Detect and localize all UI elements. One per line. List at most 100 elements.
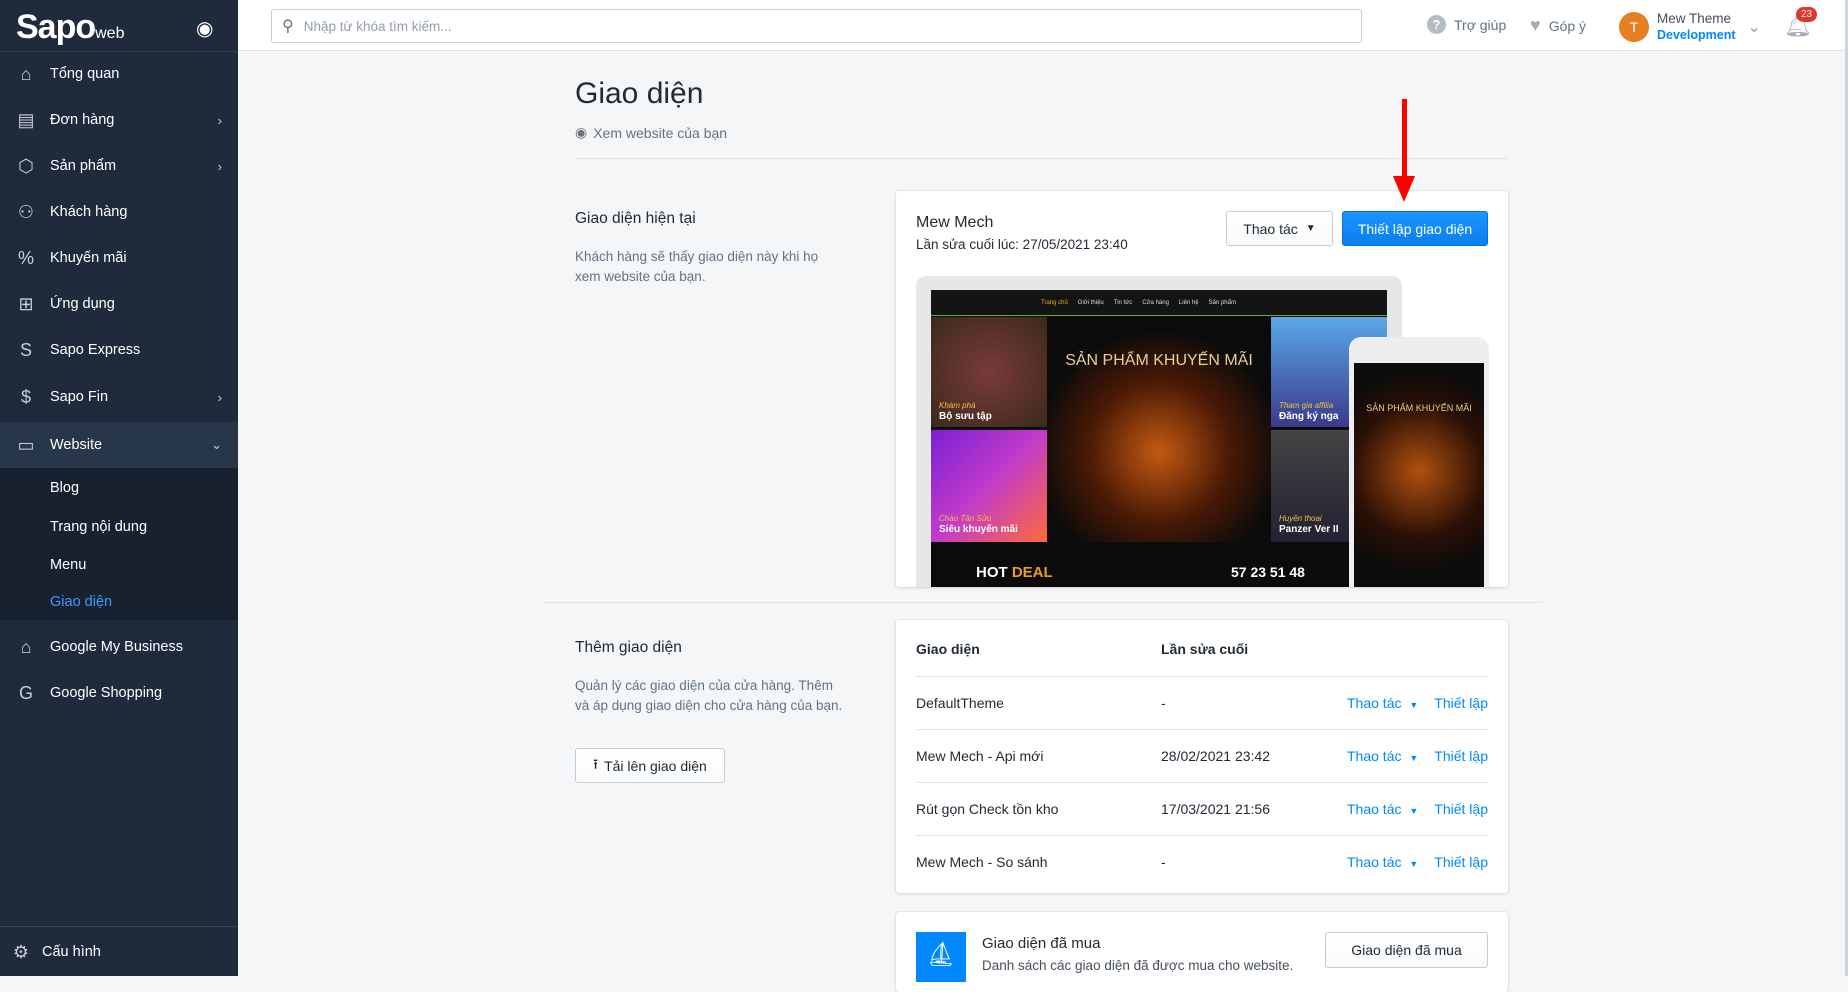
sidebar: Sapoweb ◉ ⌂ Tổng quan ▤ Đơn hàng › ⬡ Sản phẩm ›… [0, 0, 238, 976]
text-label: Ứng dụng [50, 296, 115, 312]
sidebar-item[interactable]: ⚇ Khách hàng [0, 189, 238, 235]
actions-dropdown[interactable]: Thao tác ▼ [1347, 748, 1418, 764]
text-label: Sapo Fin [50, 389, 109, 405]
sidebar-item[interactable]: G Google Shopping [0, 670, 238, 716]
text-label: SẢN PHẨM KHUYẾN MÃI [1366, 403, 1472, 413]
eye-icon: ◉ [575, 124, 588, 140]
setup-link[interactable]: Thiết lập [1434, 748, 1488, 764]
upload-theme-button[interactable]: ⭱ Tải lên giao diện [575, 748, 725, 783]
actions-dropdown[interactable]: Thao tác ▼ [1347, 854, 1418, 870]
user-menu[interactable]: T Mew Theme Development ⌄ [1619, 11, 1761, 43]
discount-icon: % [17, 247, 34, 268]
last-edit: 17/03/2021 21:56 [1161, 801, 1270, 817]
view-website-link[interactable]: ◉ Xem website của bạn [575, 124, 727, 141]
sidebar-item[interactable]: $ Sapo Fin › [0, 374, 238, 420]
chevron-down-icon: ⌄ [211, 437, 222, 452]
table-row: Rút gọn Check tồn kho 17/03/2021 21:56 Tha… [916, 782, 1488, 835]
table-row: Mew Mech - Api mới 28/02/2021 23:42 Thao t… [916, 729, 1488, 782]
setup-link[interactable]: Thiết lập [1434, 801, 1488, 817]
order-icon: ▤ [17, 109, 35, 130]
section-description: Khách hàng sẽ thấy giao diện này khi họ … [575, 249, 819, 284]
sidebar-item[interactable]: S Sapo Express [0, 327, 238, 373]
sapo-logo[interactable]: Sapoweb [16, 8, 124, 47]
text-label: HOT [976, 564, 1008, 581]
text-label: Mew Theme [1657, 11, 1732, 26]
storefront-icon: ⌂ [20, 636, 32, 657]
column-header: Giao diện [916, 641, 980, 657]
sidebar-item[interactable]: ⌂ Tổng quan [0, 51, 238, 97]
sidebar-subitem[interactable]: Blog [0, 469, 238, 507]
sidebar-item[interactable]: ▭ Website ⌄ [0, 422, 238, 468]
chevron-down-icon: ⌄ [1747, 19, 1761, 36]
actions-dropdown[interactable]: Thao tác ▼ [1347, 801, 1418, 817]
search-input[interactable]: ⚲ Nhập từ khóa tìm kiếm... [271, 9, 1362, 43]
theme-name: DefaultTheme [916, 695, 1004, 711]
text-label: Tổng quan [50, 66, 120, 82]
text-label: Xem website của bạn [593, 124, 728, 141]
sidebar-subitem[interactable]: Giao diện [0, 583, 238, 621]
sidebar-subitem[interactable]: Trang nội dung [0, 508, 238, 546]
notification-badge: 23 [1796, 7, 1818, 22]
help-link[interactable]: ? Trợ giúp [1427, 15, 1506, 34]
avatar: T [1619, 12, 1649, 42]
customize-theme-button[interactable]: Thiết lập giao diện [1342, 211, 1488, 246]
text-label: 57 23 51 48 [1231, 564, 1305, 580]
text-label: Thao tác [1347, 748, 1402, 764]
text-label: DEAL [1011, 564, 1053, 581]
actions-dropdown[interactable]: Thao tác ▼ [1226, 211, 1333, 246]
gear-icon: ⚙ [12, 941, 30, 962]
sidebar-item[interactable]: ▤ Đơn hàng › [0, 97, 238, 143]
feedback-link[interactable]: ♥ Góp ý [1530, 15, 1586, 36]
current-theme-card: Mew Mech Lần sửa cuối lúc: 27/05/2021 23… [896, 191, 1508, 587]
text-label: Sapo Express [50, 342, 141, 358]
last-edit: - [1161, 695, 1166, 711]
arrow-head [1393, 176, 1415, 202]
theme-name: Rút gọn Check tồn kho [916, 801, 1059, 817]
section-heading: Thêm giao diện [575, 639, 682, 656]
eye-icon[interactable]: ◉ [196, 16, 213, 41]
last-edit: 28/02/2021 23:42 [1161, 748, 1270, 764]
sidebar-item[interactable]: % Khuyến mãi [0, 235, 238, 281]
text-label: Khách hàng [50, 204, 128, 220]
chevron-right-icon: › [217, 389, 222, 405]
sidebar-item[interactable]: ⬡ Sản phẩm › [0, 143, 238, 189]
caret-down-icon: ▼ [1409, 700, 1419, 710]
table-row: DefaultTheme - Thao tác ▼ Thiết lập [916, 676, 1488, 729]
actions-dropdown[interactable]: Thao tác ▼ [1347, 695, 1418, 711]
setup-link[interactable]: Thiết lập [1434, 695, 1488, 711]
page-title: Giao diện [575, 77, 704, 110]
text-label: Trợ giúp [1454, 16, 1507, 33]
preview-menu-item: Cửa hàng [1142, 299, 1169, 306]
desktop-preview: Trang chủ Giới thiệu Tin tức Cửa hàng Liên h… [916, 276, 1402, 587]
text-label: Sapo [16, 8, 96, 46]
theme-name: Mew Mech [916, 214, 994, 231]
purchased-themes-button[interactable]: Giao diện đã mua [1325, 932, 1488, 968]
user-icon: ⚇ [17, 201, 35, 222]
last-edit: - [1161, 854, 1166, 870]
preview-menu-item: Sản phẩm [1208, 299, 1236, 306]
text-label: Thao tác [1243, 220, 1298, 237]
sidebar-item[interactable]: ⊞ Ứng dụng [0, 281, 238, 327]
heart-icon: ♥ [1530, 15, 1541, 35]
text-label: Huyền thoại [1279, 514, 1322, 523]
sidebar-item[interactable]: ⌂ Google My Business [0, 624, 238, 670]
sidebar-subitem[interactable]: Menu [0, 546, 238, 584]
sidebar-item-settings[interactable]: ⚙ Cấu hình [0, 929, 238, 975]
purchased-themes-card: ⛵︎ Giao diện đã mua Danh sách các giao d… [896, 912, 1508, 992]
chevron-right-icon: › [217, 112, 222, 128]
setup-link[interactable]: Thiết lập [1434, 854, 1488, 870]
help-icon: ? [1427, 15, 1446, 34]
express-icon: S [19, 339, 32, 360]
notifications-button[interactable]: 🔔︎ 23 [1784, 7, 1818, 39]
column-header: Lần sửa cuối [1161, 641, 1249, 657]
text-label: Khám phá [939, 401, 976, 410]
table-row: Mew Mech - So sánh - Thao tác ▼ Thiết lập [916, 835, 1488, 888]
themes-table: Giao diện Lần sửa cuối DefaultTheme - Thao… [896, 620, 1508, 893]
top-bar: ⚲ Nhập từ khóa tìm kiếm... ? Trợ giúp ♥ Góp… [238, 0, 1846, 51]
text-label: Tham gia affilia [1279, 401, 1334, 410]
text-label: Danh sách các giao diện đã được mua cho … [982, 958, 1294, 973]
last-edit: Lần sửa cuối lúc: 27/05/2021 23:40 [916, 237, 1128, 252]
upload-icon: ⭱ [593, 755, 599, 772]
text-label: Góp ý [1548, 17, 1587, 34]
text-label: Panzer Ver II [1279, 524, 1339, 535]
